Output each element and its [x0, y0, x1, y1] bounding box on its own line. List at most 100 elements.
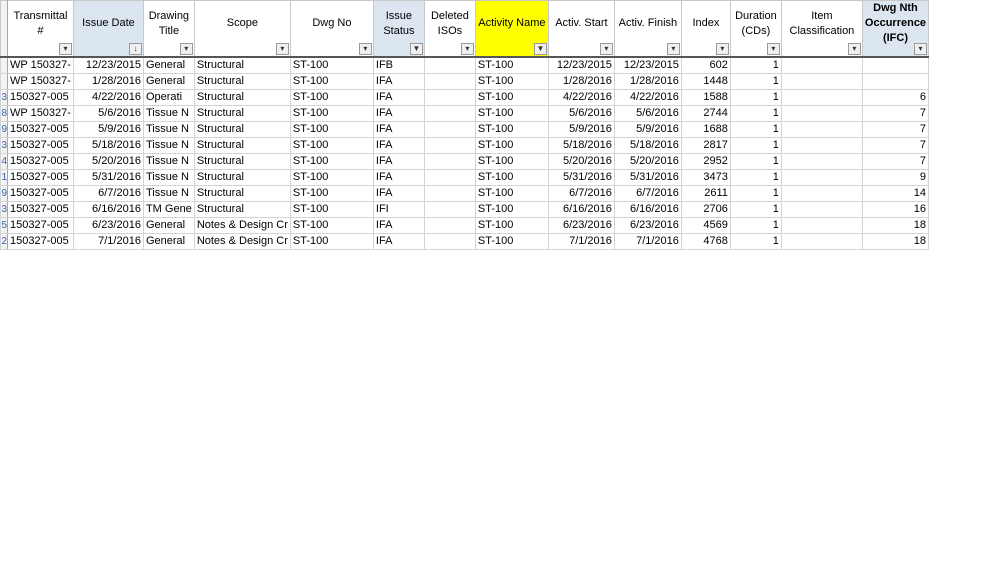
column-header[interactable]: Activity Name ▼	[474, 0, 549, 58]
table-cell[interactable]: Structural	[193, 153, 291, 170]
table-cell[interactable]: 1	[729, 185, 782, 202]
table-cell[interactable]: ST-100	[289, 201, 374, 218]
table-cell[interactable]: 6/16/2016	[72, 201, 144, 218]
filter-dropdown-icon[interactable]: ▾	[666, 43, 680, 55]
row-number[interactable]: 9	[0, 185, 8, 202]
table-cell[interactable]	[780, 105, 863, 122]
column-header[interactable]: Deleted ISOs ▾	[423, 0, 476, 58]
filter-dropdown-icon[interactable]: ▾	[766, 43, 780, 55]
column-header[interactable]: Activ. Start ▾	[547, 0, 615, 58]
table-cell[interactable]: ST-100	[289, 137, 374, 154]
table-cell[interactable]: 5/20/2016	[547, 153, 615, 170]
filter-dropdown-icon[interactable]: ▾	[715, 43, 729, 55]
table-cell[interactable]: 5/9/2016	[547, 121, 615, 138]
table-cell[interactable]: ST-100	[474, 185, 549, 202]
filter-dropdown-icon[interactable]: ▾	[179, 43, 193, 55]
table-cell[interactable]: Tissue N	[142, 105, 195, 122]
filter-active-icon[interactable]: ▼	[533, 43, 547, 55]
filter-dropdown-icon[interactable]: ▾	[275, 43, 289, 55]
table-cell[interactable]: ST-100	[474, 73, 549, 90]
table-cell[interactable]: ST-100	[289, 169, 374, 186]
table-cell[interactable]: 150327-005	[7, 121, 74, 138]
row-number[interactable]: 4	[0, 153, 8, 170]
table-cell[interactable]: 6	[861, 89, 930, 106]
table-cell[interactable]: ST-100	[289, 73, 374, 90]
table-cell[interactable]: 1	[729, 153, 782, 170]
table-cell[interactable]: 7	[861, 153, 930, 170]
table-cell[interactable]	[780, 233, 863, 250]
table-cell[interactable]: ST-100	[474, 56, 549, 74]
table-cell[interactable]: 1	[729, 121, 782, 138]
table-cell[interactable]: Structural	[193, 105, 291, 122]
row-number[interactable]	[0, 56, 8, 74]
table-cell[interactable]	[423, 201, 476, 218]
table-cell[interactable]: ST-100	[289, 56, 374, 74]
table-cell[interactable]: 1	[729, 56, 782, 74]
table-cell[interactable]: 1	[729, 105, 782, 122]
table-cell[interactable]: ST-100	[289, 185, 374, 202]
table-cell[interactable]: Notes & Design Cr	[193, 217, 291, 234]
table-cell[interactable]: Structural	[193, 56, 291, 74]
table-cell[interactable]: 1448	[680, 73, 731, 90]
column-header[interactable]: Scope ▾	[193, 0, 291, 58]
table-cell[interactable]: ST-100	[474, 121, 549, 138]
table-cell[interactable]	[780, 56, 863, 74]
table-cell[interactable]: 1/28/2016	[547, 73, 615, 90]
table-cell[interactable]	[423, 105, 476, 122]
column-header[interactable]: Dwg No ▾	[289, 0, 374, 58]
table-cell[interactable]	[861, 56, 930, 74]
row-number[interactable]: 3	[0, 89, 8, 106]
table-cell[interactable]: 1	[729, 233, 782, 250]
row-number[interactable]: 2	[0, 233, 8, 250]
table-cell[interactable]	[423, 169, 476, 186]
table-cell[interactable]: 18	[861, 233, 930, 250]
table-cell[interactable]	[423, 185, 476, 202]
table-cell[interactable]: 1	[729, 73, 782, 90]
table-cell[interactable]: 5/20/2016	[72, 153, 144, 170]
table-cell[interactable]: 5/9/2016	[72, 121, 144, 138]
table-cell[interactable]: General	[142, 233, 195, 250]
filter-dropdown-icon[interactable]: ▾	[599, 43, 613, 55]
table-cell[interactable]: ST-100	[474, 233, 549, 250]
table-cell[interactable]	[780, 201, 863, 218]
table-cell[interactable]: 12/23/2015	[72, 56, 144, 74]
table-cell[interactable]	[780, 169, 863, 186]
table-cell[interactable]: IFA	[372, 233, 425, 250]
table-cell[interactable]: 4768	[680, 233, 731, 250]
table-cell[interactable]: 4/22/2016	[72, 89, 144, 106]
table-cell[interactable]: Tissue N	[142, 137, 195, 154]
column-header[interactable]: Issue Status ▼	[372, 0, 425, 58]
table-cell[interactable]: IFA	[372, 169, 425, 186]
table-cell[interactable]: IFA	[372, 137, 425, 154]
table-cell[interactable]: 9	[861, 169, 930, 186]
table-cell[interactable]: IFI	[372, 201, 425, 218]
table-cell[interactable]: 16	[861, 201, 930, 218]
table-cell[interactable]: Structural	[193, 73, 291, 90]
table-cell[interactable]: 1/28/2016	[72, 73, 144, 90]
table-cell[interactable]: 2706	[680, 201, 731, 218]
table-cell[interactable]: 5/31/2016	[613, 169, 682, 186]
table-cell[interactable]: IFA	[372, 73, 425, 90]
filter-active-icon[interactable]: ▼	[409, 43, 423, 55]
filter-dropdown-icon[interactable]: ▾	[914, 43, 928, 55]
filter-dropdown-icon[interactable]: ▾	[847, 43, 861, 55]
column-header[interactable]: Duration (CDs) ▾	[729, 0, 782, 58]
table-cell[interactable]: 6/16/2016	[613, 201, 682, 218]
table-cell[interactable]: 1588	[680, 89, 731, 106]
table-cell[interactable]: 5/6/2016	[72, 105, 144, 122]
table-cell[interactable]: 7	[861, 105, 930, 122]
table-cell[interactable]: 2744	[680, 105, 731, 122]
table-cell[interactable]: 5/6/2016	[613, 105, 682, 122]
table-cell[interactable]	[423, 73, 476, 90]
table-cell[interactable]: 5/18/2016	[72, 137, 144, 154]
table-cell[interactable]: ST-100	[289, 121, 374, 138]
table-cell[interactable]: 1	[729, 137, 782, 154]
column-header[interactable]: Dwg Nth Occurrence (IFC) ▾	[861, 0, 930, 58]
table-cell[interactable]: IFB	[372, 56, 425, 74]
filter-dropdown-icon[interactable]: ▾	[460, 43, 474, 55]
table-cell[interactable]	[861, 73, 930, 90]
table-cell[interactable]: Tissue N	[142, 185, 195, 202]
column-header[interactable]: Drawing Title ▾	[142, 0, 195, 58]
row-number[interactable]: 3	[0, 201, 8, 218]
table-cell[interactable]: 1688	[680, 121, 731, 138]
